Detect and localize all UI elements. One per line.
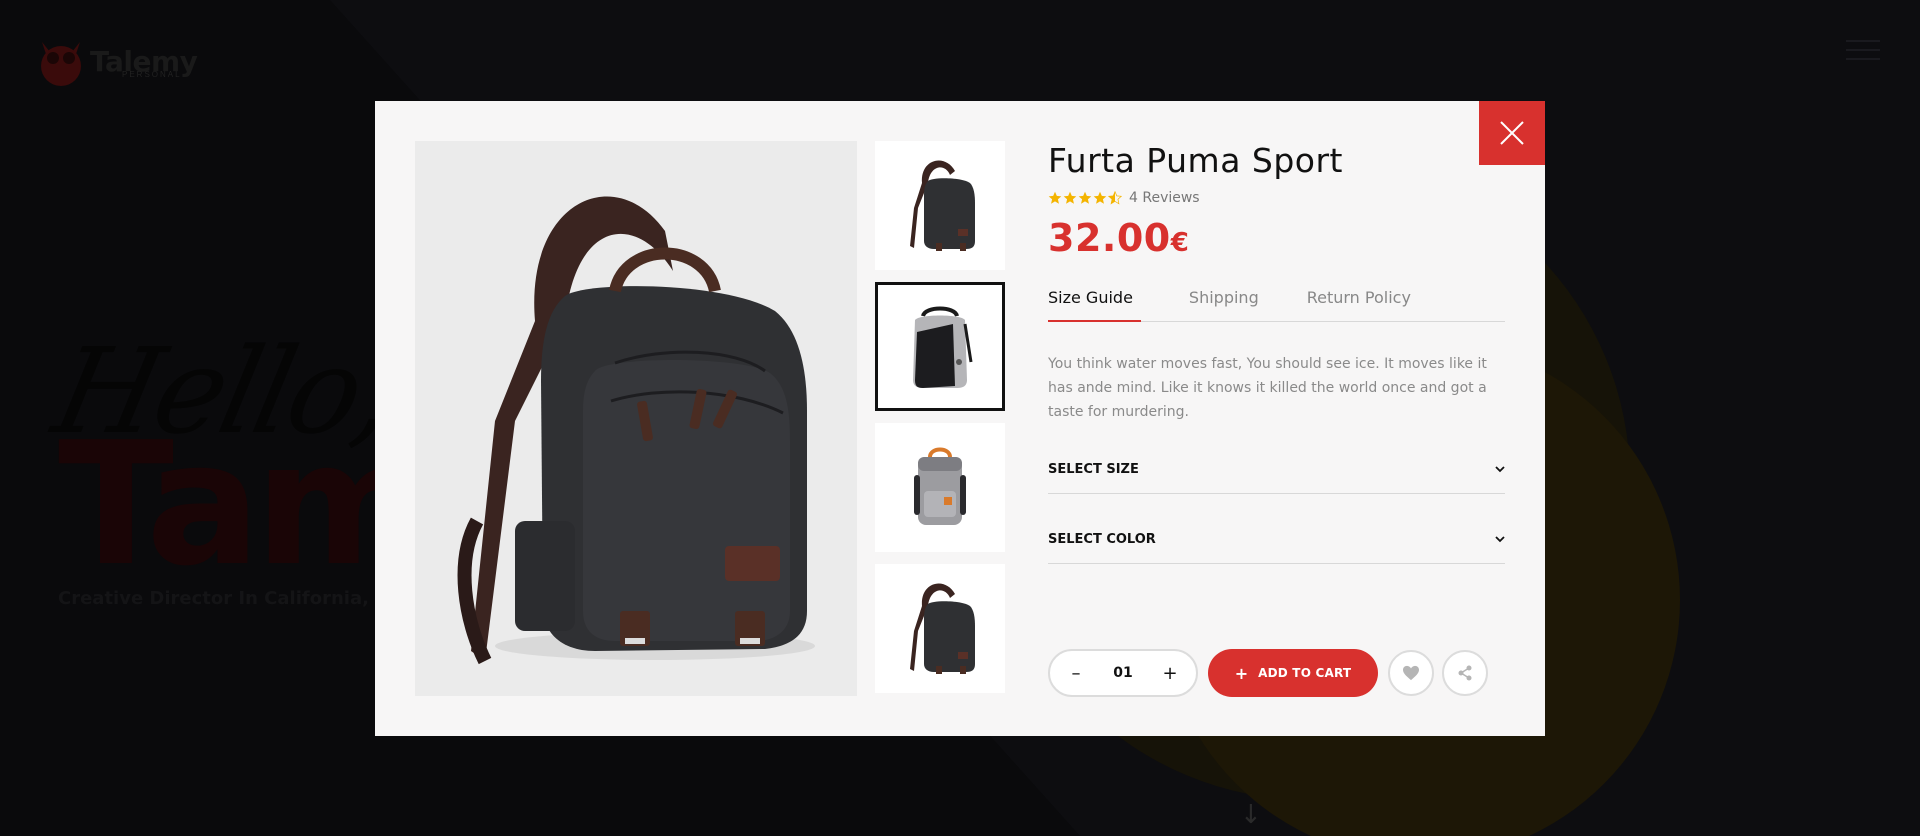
select-color-label: SELECT COLOR — [1048, 531, 1156, 547]
product-thumbnails — [875, 141, 1005, 705]
quantity-stepper: – 01 + — [1048, 649, 1198, 697]
sling-backpack-thumb-icon — [910, 583, 975, 674]
gray-orange-backpack-thumb-icon — [914, 447, 966, 525]
star-icon — [1093, 191, 1107, 204]
hamburger-menu-icon[interactable] — [1846, 40, 1880, 67]
star-icon — [1063, 191, 1077, 204]
thumbnail-1[interactable] — [875, 141, 1005, 270]
share-button[interactable] — [1442, 650, 1488, 696]
product-price: 32.00€ — [1048, 216, 1505, 260]
thumbnail-3[interactable] — [875, 423, 1005, 552]
price-amount: 32.00 — [1048, 215, 1171, 260]
thumbnail-2[interactable] — [875, 282, 1005, 411]
site-logo[interactable]: Talemy — [38, 34, 198, 88]
plus-icon: + — [1234, 663, 1249, 683]
hero-role: Creative Director In California, USA — [58, 588, 417, 609]
hero-name: Tam — [58, 406, 432, 604]
product-info: Furta Puma Sport 4 Reviews 32.00€ Size G… — [1048, 141, 1505, 697]
logo-owl-icon — [41, 42, 81, 86]
sling-backpack-thumb-icon — [910, 160, 975, 251]
sling-backpack-image — [457, 196, 815, 665]
quantity-decrease-button[interactable]: – — [1068, 663, 1084, 684]
product-tabs: Size Guide Shipping Return Policy — [1048, 288, 1505, 322]
quantity-increase-button[interactable]: + — [1162, 663, 1178, 684]
product-title: Furta Puma Sport — [1048, 141, 1343, 180]
product-description: You think water moves fast, You should s… — [1048, 355, 1487, 420]
quick-view-modal: Furta Puma Sport 4 Reviews 32.00€ Size G… — [375, 101, 1545, 736]
wishlist-button[interactable] — [1388, 650, 1434, 696]
product-main-image[interactable] — [415, 141, 857, 696]
rating-row: 4 Reviews — [1048, 190, 1505, 206]
logo-subtitle: PERSONAL — [122, 70, 182, 79]
chevron-down-icon — [1495, 535, 1505, 542]
star-icon — [1048, 191, 1062, 204]
half-star-icon — [1108, 190, 1122, 205]
tab-return-policy[interactable]: Return Policy — [1307, 288, 1411, 322]
select-size-label: SELECT SIZE — [1048, 461, 1139, 477]
add-to-cart-label: ADD TO CART — [1258, 666, 1352, 680]
reviews-link[interactable]: 4 Reviews — [1129, 190, 1200, 206]
purchase-actions: – 01 + + ADD TO CART — [1048, 649, 1488, 697]
price-currency: € — [1170, 227, 1190, 258]
star-icon — [1078, 191, 1092, 204]
chevron-down-icon — [1495, 465, 1505, 472]
select-size-dropdown[interactable]: SELECT SIZE — [1048, 446, 1505, 494]
tab-size-guide[interactable]: Size Guide — [1048, 288, 1141, 322]
heart-icon — [1403, 665, 1419, 681]
select-color-dropdown[interactable]: SELECT COLOR — [1048, 516, 1505, 564]
star-rating[interactable] — [1048, 190, 1122, 205]
quantity-value[interactable]: 01 — [1113, 665, 1132, 681]
share-icon — [1458, 665, 1472, 681]
add-to-cart-button[interactable]: + ADD TO CART — [1208, 649, 1378, 697]
gray-backpack-thumb-icon — [913, 306, 973, 388]
tab-shipping[interactable]: Shipping — [1189, 288, 1259, 322]
thumbnail-4[interactable] — [875, 564, 1005, 693]
scroll-down-arrow-icon[interactable]: ↓ — [1240, 800, 1262, 830]
